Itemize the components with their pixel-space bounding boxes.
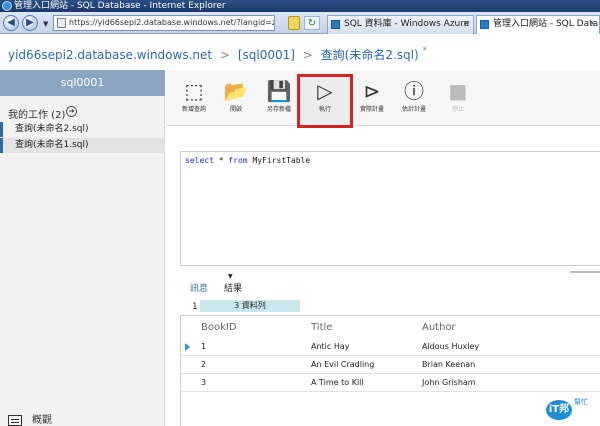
cell-author: John Grisham bbox=[422, 378, 476, 387]
sidebar-query-item[interactable]: 查詢(未命名2.sql) bbox=[0, 122, 165, 137]
breadcrumb-separator: > bbox=[302, 48, 313, 62]
cell-title: Antic Hay bbox=[311, 342, 350, 351]
watermark-text: 幫忙 bbox=[574, 398, 588, 406]
database-tab[interactable]: sql0001 bbox=[0, 70, 165, 96]
button-label: 新增查詢 bbox=[181, 106, 206, 113]
breadcrumb-query: 查詢(未命名2.sql) bbox=[320, 48, 419, 62]
run-icon: ▷ bbox=[317, 79, 333, 103]
column-header[interactable]: Title bbox=[311, 322, 332, 333]
refresh-button[interactable]: ↻ bbox=[304, 16, 320, 30]
sidebar: sql0001 我的工作 (2) ➜ 查詢(未命名2.sql) 查詢(未命名1.… bbox=[0, 70, 165, 426]
tab-label: SQL 資料庫 - Windows Azure bbox=[344, 19, 470, 29]
forward-button[interactable]: ▶ bbox=[22, 15, 38, 31]
page-icon bbox=[57, 18, 66, 28]
my-work-arrow-icon[interactable]: ➜ bbox=[66, 106, 77, 117]
ithome-watermark: iT邦 幫忙 bbox=[546, 396, 594, 422]
tab-sql-database[interactable]: SQL 資料庫 - Windows Azure × bbox=[327, 15, 474, 34]
estimated-plan-button[interactable]: ⓘ 估計計畫 bbox=[392, 78, 436, 122]
actual-plan-button[interactable]: ⊳ 實際計畫 bbox=[350, 78, 394, 122]
address-text: https://yid66sepi2.database.windows.net/… bbox=[69, 18, 275, 27]
sidebar-query-item[interactable]: 查詢(未命名1.sql) bbox=[0, 138, 165, 153]
button-label: 停止 bbox=[451, 106, 464, 113]
query-editor[interactable]: select * from MyFirstTable bbox=[180, 151, 600, 266]
table-row[interactable]: 3 A Time to Kill John Grisham bbox=[181, 374, 600, 392]
overview-label: 概觀 bbox=[32, 415, 52, 426]
cell-title: An Evil Cradling bbox=[311, 360, 375, 369]
save-as-button[interactable]: 💾 另存新檔 bbox=[257, 78, 301, 122]
window-title: 管理入口網站 - SQL Database - Internet Explore… bbox=[14, 1, 226, 11]
button-label: 開啟 bbox=[229, 106, 242, 113]
sql-keyword: from bbox=[228, 156, 248, 165]
result-page-number[interactable]: 1 bbox=[192, 302, 198, 312]
breadcrumb-database[interactable]: [sql0001] bbox=[238, 48, 295, 62]
address-bar[interactable]: https://yid66sepi2.database.windows.net/… bbox=[53, 15, 275, 31]
button-label: 另存新檔 bbox=[266, 106, 291, 113]
breadcrumb-separator: > bbox=[219, 48, 230, 62]
overview-icon bbox=[8, 414, 22, 426]
column-header[interactable]: Author bbox=[422, 322, 456, 333]
cell-bookid: 2 bbox=[201, 360, 207, 369]
grid-header: BookID Title Author bbox=[181, 322, 600, 338]
azure-tab-icon bbox=[480, 20, 489, 29]
button-label: 估計計畫 bbox=[401, 106, 426, 113]
my-work-heading: 我的工作 (2) bbox=[8, 110, 66, 121]
cell-bookid: 3 bbox=[201, 378, 207, 387]
save-icon: 💾 bbox=[266, 79, 292, 103]
lock-icon[interactable] bbox=[288, 16, 300, 30]
button-label: 執行 bbox=[318, 106, 331, 113]
watermark-logo: iT邦 bbox=[546, 400, 572, 420]
sql-table-name: MyFirstTable bbox=[247, 156, 311, 165]
tab-label: 管理入口網站 - SQL Datab... bbox=[493, 19, 599, 29]
browser-toolbar: ◀ ▶ ▼ https://yid66sepi2.database.window… bbox=[0, 12, 600, 34]
column-header[interactable]: BookID bbox=[201, 322, 237, 333]
cell-author: Aldous Huxley bbox=[422, 342, 480, 351]
history-dropdown-icon[interactable]: ▼ bbox=[43, 20, 48, 28]
table-row[interactable]: 1 Antic Hay Aldous Huxley bbox=[181, 338, 600, 356]
unsaved-mark: * bbox=[422, 46, 428, 56]
ribbon-toolbar: ⬚ 新增查詢 📂 開啟 💾 另存新檔 ▷ 執行 ⊳ 實際計畫 ⓘ 估計計畫 ■ … bbox=[166, 70, 600, 128]
results-grid: BookID Title Author 1 Antic Hay Aldous H… bbox=[180, 315, 600, 426]
close-tab-icon[interactable]: × bbox=[588, 16, 596, 33]
open-button[interactable]: 📂 開啟 bbox=[214, 78, 258, 122]
run-button[interactable]: ▷ 執行 bbox=[303, 78, 347, 122]
table-row[interactable]: 2 An Evil Cradling Brian Keenan bbox=[181, 356, 600, 374]
stop-icon: ■ bbox=[448, 79, 468, 103]
tab-results[interactable]: 結果 bbox=[224, 273, 242, 294]
azure-tab-icon bbox=[331, 20, 340, 29]
stop-button[interactable]: ■ 停止 bbox=[436, 78, 480, 122]
window-title-bar: 管理入口網站 - SQL Database - Internet Explore… bbox=[0, 0, 600, 12]
new-query-icon: ⬚ bbox=[184, 79, 204, 103]
close-tab-icon[interactable]: × bbox=[462, 16, 470, 33]
new-query-button[interactable]: ⬚ 新增查詢 bbox=[172, 78, 216, 122]
breadcrumb: yid66sepi2.database.windows.net > [sql00… bbox=[8, 46, 427, 63]
query-text: select * from MyFirstTable bbox=[185, 156, 310, 165]
overview-link[interactable]: 概觀 bbox=[8, 411, 52, 426]
tab-messages[interactable]: 訊息 bbox=[190, 281, 208, 294]
back-button[interactable]: ◀ bbox=[3, 15, 19, 31]
sql-keyword: select bbox=[185, 156, 214, 165]
cell-title: A Time to Kill bbox=[311, 378, 364, 387]
folder-icon: 📂 bbox=[223, 79, 249, 103]
editor-splitter[interactable] bbox=[570, 271, 600, 273]
actual-plan-icon: ⊳ bbox=[363, 79, 381, 103]
breadcrumb-server[interactable]: yid66sepi2.database.windows.net bbox=[8, 48, 212, 62]
estimated-plan-icon: ⓘ bbox=[404, 79, 424, 103]
row-count-badge: 3 資料列 bbox=[200, 300, 300, 312]
ie-logo-icon bbox=[2, 1, 12, 11]
current-row-icon bbox=[185, 343, 190, 351]
sql-star: * bbox=[213, 156, 229, 165]
tab-management-portal[interactable]: 管理入口網站 - SQL Datab... × bbox=[476, 15, 600, 34]
cell-author: Brian Keenan bbox=[422, 360, 476, 369]
cell-bookid: 1 bbox=[201, 342, 207, 351]
button-label: 實際計畫 bbox=[359, 106, 384, 113]
